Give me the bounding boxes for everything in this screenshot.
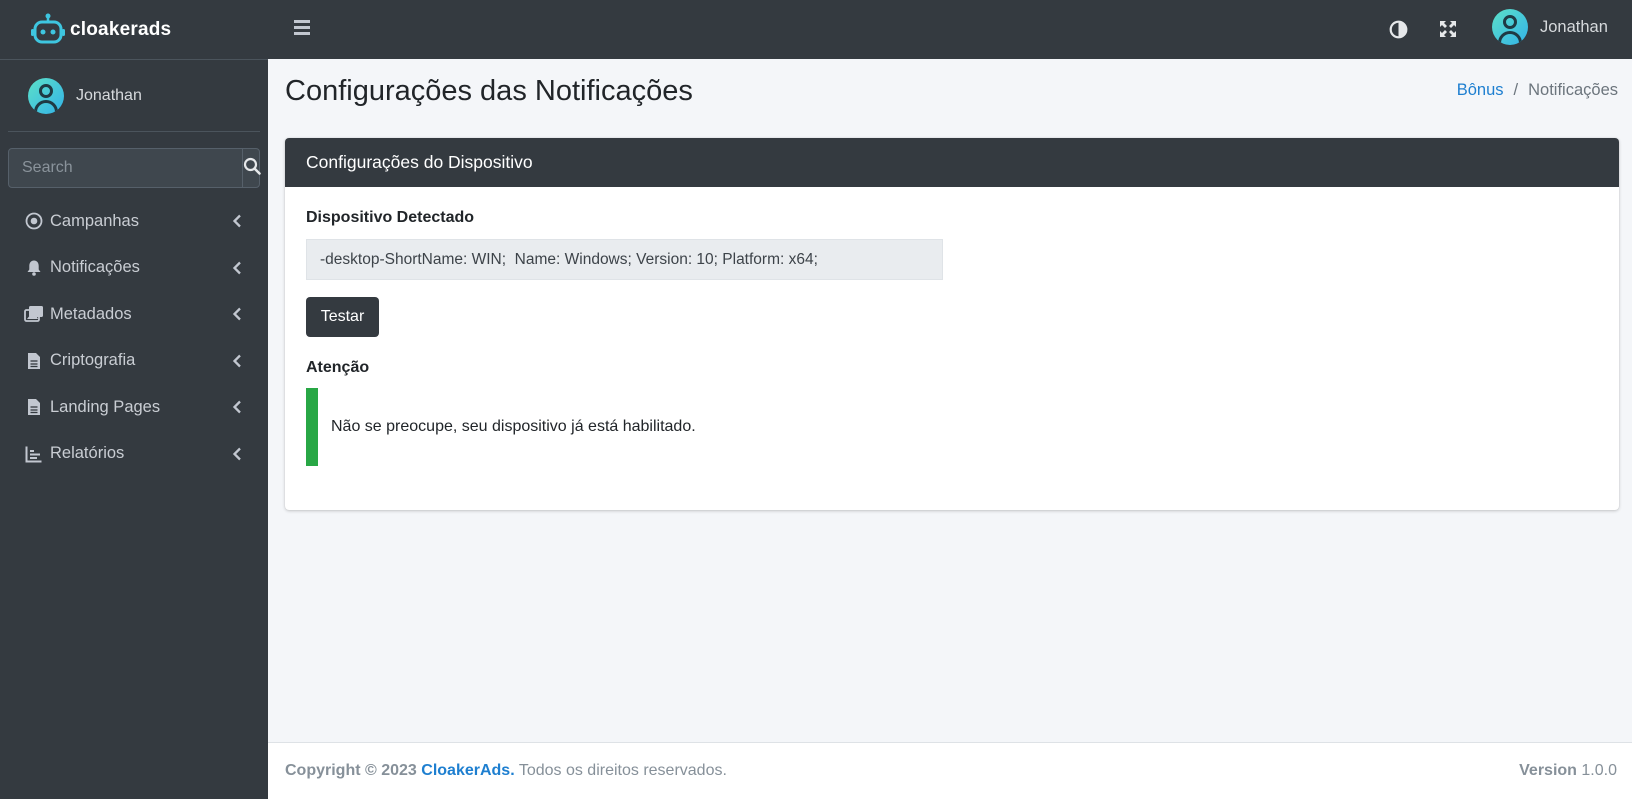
copyright-text: Copyright © 2023 (285, 762, 417, 779)
device-field: -desktop-ShortName: WIN; Name: Windows; … (306, 239, 943, 280)
page-title: Configurações das Notificações (285, 75, 693, 107)
sidebar-item-relatorios[interactable]: Relatórios (0, 431, 268, 478)
search-button[interactable] (242, 149, 261, 187)
sidebar-item-label: Notificações (50, 258, 140, 277)
card-header: Configurações do Dispositivo (285, 138, 1619, 187)
test-button[interactable]: Testar (306, 297, 379, 337)
sidebar-user-name[interactable]: Jonathan (76, 87, 142, 105)
chevron-left-icon (230, 400, 244, 414)
sidebar: cloakerads Jonathan Campanhas (0, 0, 268, 799)
chevron-left-icon (230, 354, 244, 368)
chevron-left-icon (230, 261, 244, 275)
fullscreen-icon[interactable] (1437, 18, 1459, 40)
version-value: 1.0.0 (1581, 762, 1617, 779)
search-icon (243, 157, 261, 180)
sidebar-item-label: Criptografia (50, 351, 136, 370)
footer-version: Version 1.0.0 (1519, 762, 1617, 780)
breadcrumb: Bônus / Notificações (1457, 81, 1618, 100)
dot-circle-icon (24, 211, 44, 231)
breadcrumb-separator: / (1513, 81, 1519, 99)
bell-icon (24, 258, 44, 278)
rights-text: Todos os direitos reservados. (518, 762, 727, 779)
device-settings-card: Configurações do Dispositivo Dispositivo… (285, 138, 1619, 510)
robot-logo-icon (30, 13, 66, 47)
avatar (1492, 9, 1528, 45)
images-icon (24, 304, 44, 324)
sidebar-item-label: Metadados (50, 304, 132, 323)
sidebar-search (8, 148, 261, 188)
breadcrumb-current: Notificações (1528, 81, 1618, 99)
sidebar-user-panel[interactable]: Jonathan (8, 60, 260, 132)
sidebar-item-criptografia[interactable]: Criptografia (0, 338, 268, 385)
footer-brand-link[interactable]: CloakerAds. (421, 762, 514, 779)
footer: Copyright © 2023 CloakerAds. Todos os di… (268, 742, 1632, 799)
sidebar-nav: Campanhas Notificações Metadados Criptog… (0, 198, 268, 477)
device-label: Dispositivo Detectado (306, 209, 475, 226)
version-label: Version (1519, 762, 1577, 779)
hamburger-menu-icon[interactable] (294, 20, 310, 36)
sidebar-item-metadados[interactable]: Metadados (0, 291, 268, 338)
main-content: Configurações das Notificações Bônus / N… (268, 59, 1632, 742)
contrast-toggle-icon[interactable] (1387, 18, 1409, 40)
sidebar-item-notificacoes[interactable]: Notificações (0, 245, 268, 292)
chevron-left-icon (230, 214, 244, 228)
sidebar-item-label: Relatórios (50, 444, 125, 463)
chevron-left-icon (230, 447, 244, 461)
attention-label: Atenção (306, 359, 370, 376)
callout-text: Não se preocupe, seu dispositivo já está… (331, 418, 696, 435)
avatar (28, 77, 64, 114)
file-icon (24, 351, 44, 371)
chevron-left-icon (230, 307, 244, 321)
card-body: Dispositivo Detectado -desktop-ShortName… (285, 187, 1619, 488)
sidebar-item-label: Landing Pages (50, 397, 161, 416)
sidebar-item-landing-pages[interactable]: Landing Pages (0, 384, 268, 431)
sidebar-item-campanhas[interactable]: Campanhas (0, 198, 268, 245)
footer-copyright: Copyright © 2023 CloakerAds. Todos os di… (285, 762, 727, 780)
file-icon (24, 397, 44, 417)
brand-link[interactable]: cloakerads (0, 0, 268, 60)
search-input[interactable] (9, 149, 242, 187)
sidebar-item-label: Campanhas (50, 211, 139, 230)
top-user-name: Jonathan (1540, 17, 1608, 36)
top-user-menu[interactable]: Jonathan (1492, 9, 1608, 45)
chart-icon (24, 444, 44, 464)
brand-name: cloakerads (70, 18, 172, 40)
top-navbar: Jonathan (268, 0, 1632, 59)
breadcrumb-link-bonus[interactable]: Bônus (1457, 81, 1504, 100)
success-callout: Não se preocupe, seu dispositivo já está… (306, 388, 1598, 466)
